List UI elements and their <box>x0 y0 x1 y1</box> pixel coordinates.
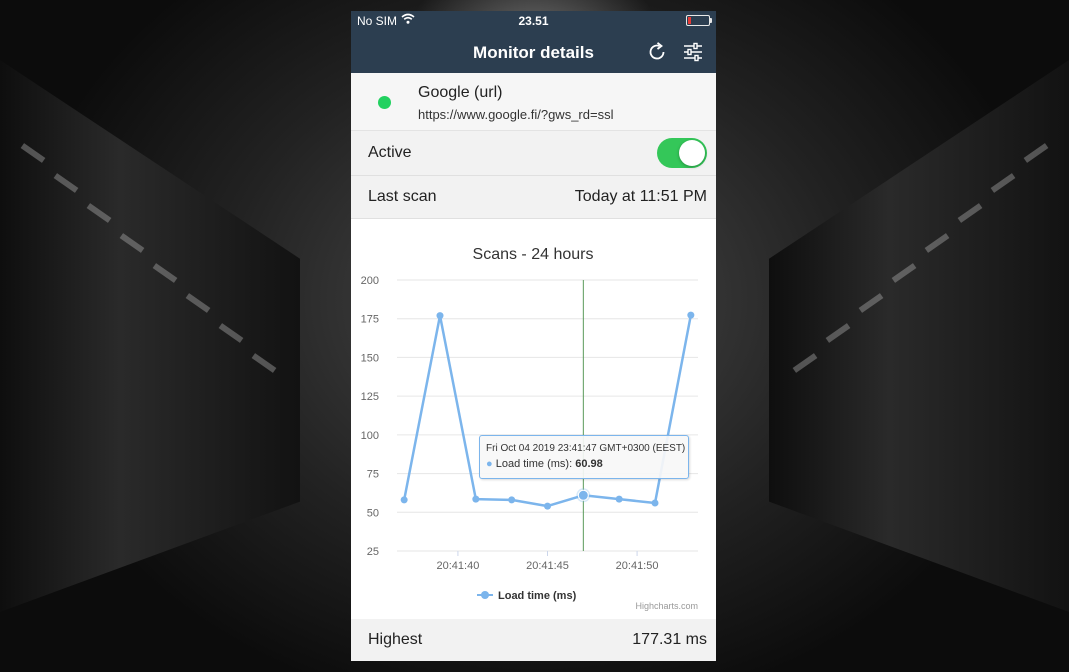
rack-slat <box>20 143 46 163</box>
y-tick-label: 100 <box>361 430 379 442</box>
rack-slat <box>825 323 851 343</box>
last-scan-row: Last scan Today at 11:51 PM <box>351 176 716 219</box>
y-tick-label: 125 <box>361 391 379 403</box>
data-point <box>472 495 480 503</box>
server-rack-left <box>0 60 300 612</box>
chart-tooltip: Fri Oct 04 2019 23:41:47 GMT+0300 (EEST)… <box>479 435 689 479</box>
active-row: Active <box>351 131 716 176</box>
active-label: Active <box>368 144 412 161</box>
rack-slat <box>86 203 112 223</box>
status-dot <box>378 96 391 109</box>
rack-slat <box>185 293 211 313</box>
rack-slat <box>152 263 178 283</box>
status-bar: No SIM 23.51 <box>351 11 716 31</box>
phone-screen: No SIM 23.51 Monitor details Google (url… <box>351 11 716 661</box>
tooltip-line: ● Load time (ms): 60.98 <box>486 458 603 470</box>
tooltip-value: 60.98 <box>575 458 603 470</box>
monitor-url: https://www.google.fi/?gws_rd=ssl <box>418 107 614 122</box>
legend-marker <box>481 591 489 599</box>
rack-slat <box>119 233 145 253</box>
highest-value: 177.31 ms <box>632 631 707 648</box>
nav-bar: Monitor details <box>351 31 716 73</box>
data-point <box>544 502 551 510</box>
chart-title: Scans - 24 hours <box>473 246 594 263</box>
monitor-header: Google (url) https://www.google.fi/?gws_… <box>351 73 716 131</box>
rack-slat <box>251 353 277 373</box>
y-tick-label: 75 <box>367 469 379 481</box>
chart-credits[interactable]: Highcharts.com <box>635 601 698 611</box>
refresh-icon[interactable] <box>645 40 669 64</box>
x-tick-label: 20:41:50 <box>616 560 659 572</box>
active-toggle[interactable] <box>657 138 707 168</box>
battery-icon <box>686 15 712 26</box>
y-tick-label: 150 <box>361 352 379 364</box>
rack-slat <box>1023 143 1049 163</box>
data-point <box>577 489 589 501</box>
tooltip-header: Fri Oct 04 2019 23:41:47 GMT+0300 (EEST) <box>486 443 686 454</box>
clock: 23.51 <box>518 14 549 28</box>
rack-slat <box>53 173 79 193</box>
sliders-icon[interactable] <box>681 40 705 64</box>
server-rack-right <box>769 60 1069 612</box>
data-point <box>400 496 408 504</box>
rack-slat <box>957 203 983 223</box>
data-point <box>687 311 695 319</box>
tooltip-series-label: Load time (ms): <box>495 458 573 470</box>
data-point <box>651 499 659 507</box>
rack-slat <box>858 293 884 313</box>
last-scan-value: Today at 11:51 PM <box>574 188 707 205</box>
monitor-name: Google (url) <box>418 84 503 101</box>
last-scan-label: Last scan <box>368 188 437 205</box>
y-tick-label: 50 <box>367 507 379 519</box>
data-point <box>615 495 623 503</box>
x-tick-label: 20:41:45 <box>526 560 569 572</box>
rack-slat <box>891 263 917 283</box>
scans-chart: Scans - 24 hours 25 50 75 100 125 150 175 200 20:… <box>351 219 716 619</box>
rack-slat <box>218 323 244 343</box>
y-tick-label: 25 <box>367 546 379 558</box>
rack-slat <box>924 233 950 253</box>
rack-slat <box>792 353 818 373</box>
data-point <box>508 496 516 504</box>
y-tick-label: 175 <box>361 314 379 326</box>
rack-slat <box>990 173 1016 193</box>
highest-row: Highest 177.31 ms <box>351 619 716 661</box>
legend-label: Load time (ms) <box>498 590 577 602</box>
x-tick-label: 20:41:40 <box>437 560 480 572</box>
y-tick-label: 200 <box>361 275 379 287</box>
highest-label: Highest <box>368 631 423 648</box>
chart-canvas: Scans - 24 hours 25 50 75 100 125 150 175 200 20:… <box>361 246 698 602</box>
data-point <box>436 312 444 320</box>
